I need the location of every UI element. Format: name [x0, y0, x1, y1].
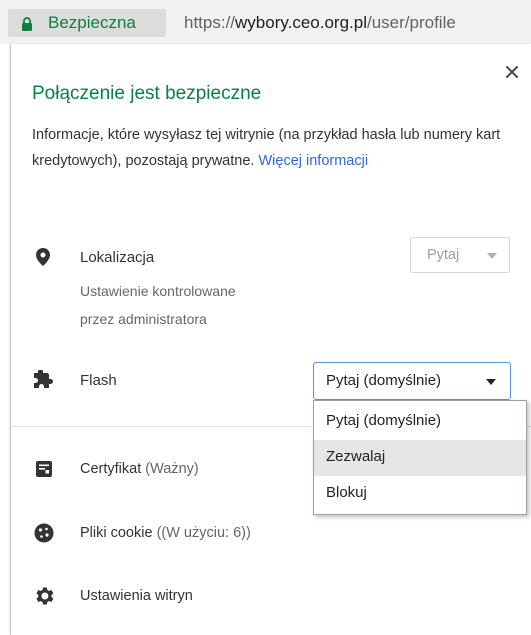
- flash-select[interactable]: Pytaj (domyślnie): [313, 362, 511, 400]
- location-select-value: Pytaj: [427, 247, 460, 263]
- security-chip[interactable]: Bezpieczna: [8, 9, 166, 37]
- cookie-icon: [34, 523, 54, 543]
- url-path: /user/profile: [367, 13, 456, 32]
- cookies-label: Pliki cookie: [80, 525, 153, 541]
- flash-option-block[interactable]: Blokuj: [314, 476, 526, 512]
- certificate-link[interactable]: Certyfikat (Ważny): [80, 461, 199, 477]
- permission-label-location: Lokalizacja: [80, 249, 155, 266]
- certificate-icon: [36, 461, 52, 477]
- chevron-down-icon: [487, 253, 497, 259]
- flash-option-allow-label: Zezwalaj: [326, 448, 386, 465]
- flash-option-ask-label: Pytaj (domyślnie): [326, 412, 442, 429]
- close-icon[interactable]: [504, 64, 520, 80]
- cookies-link[interactable]: Pliki cookie ((W użyciu: 6)): [80, 525, 251, 541]
- chevron-down-icon: [486, 379, 496, 385]
- site-settings-link[interactable]: Ustawienia witryn: [80, 588, 193, 604]
- lock-icon: [22, 17, 32, 31]
- more-info-link[interactable]: Więcej informacji: [258, 153, 368, 169]
- flash-dropdown-menu: Pytaj (domyślnie) Zezwalaj Blokuj: [313, 400, 527, 515]
- certificate-label: Certyfikat: [80, 461, 142, 477]
- url-text[interactable]: https://wybory.ceo.org.pl/user/profile: [184, 13, 456, 33]
- certificate-status: (Ważny): [145, 461, 199, 477]
- site-settings-label: Ustawienia witryn: [80, 588, 193, 604]
- location-pin-icon: [36, 248, 50, 266]
- location-select: Pytaj: [410, 237, 510, 273]
- url-host: wybory.ceo.org.pl: [235, 13, 367, 32]
- flash-option-ask[interactable]: Pytaj (domyślnie): [314, 404, 526, 440]
- connection-description: Informacje, które wysyłasz tej witrynie …: [32, 122, 510, 174]
- flash-select-value: Pytaj (domyślnie): [326, 372, 442, 389]
- puzzle-piece-icon: [34, 370, 53, 388]
- connection-title: Połączenie jest bezpieczne: [32, 83, 262, 104]
- address-bar: Bezpieczna https://wybory.ceo.org.pl/use…: [0, 0, 531, 44]
- cookies-count: ((W użyciu: 6)): [156, 525, 251, 541]
- gear-icon: [36, 587, 54, 605]
- flash-option-allow[interactable]: Zezwalaj: [314, 440, 526, 476]
- permission-sub-location-1: Ustawienie kontrolowane: [80, 283, 236, 299]
- url-scheme: https://: [184, 13, 236, 32]
- permission-sub-location-2: przez administratora: [80, 311, 207, 327]
- secure-label: Bezpieczna: [48, 13, 136, 32]
- flash-option-block-label: Blokuj: [326, 484, 367, 501]
- permission-label-flash: Flash: [80, 372, 117, 389]
